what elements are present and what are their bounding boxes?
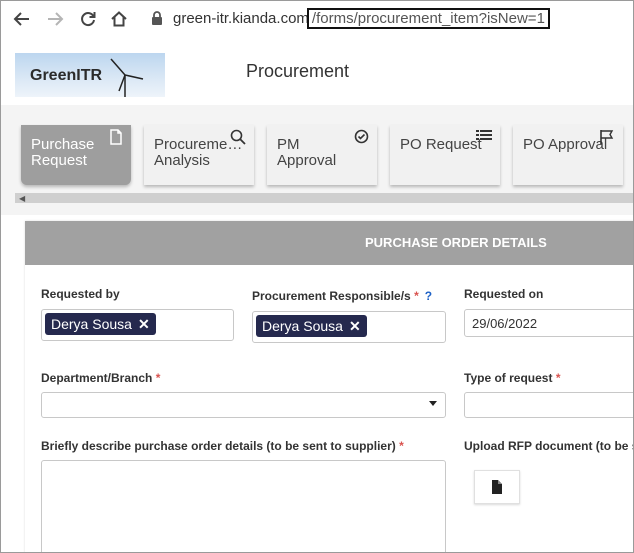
forward-arrow-icon[interactable] bbox=[44, 8, 66, 30]
flag-icon bbox=[599, 129, 615, 149]
tab-label-line2: Request bbox=[31, 152, 87, 169]
tab-label-line1: PO Request bbox=[400, 136, 482, 153]
requested-on-value: 29/06/2022 bbox=[472, 316, 538, 331]
tab-label-line2: Analysis bbox=[154, 152, 210, 169]
procurement-responsible-field[interactable]: Derya Sousa ✕ bbox=[252, 311, 446, 343]
tab-pm-approval[interactable]: PM Approval bbox=[267, 125, 377, 185]
type-of-request-select[interactable] bbox=[464, 392, 633, 418]
department-select[interactable] bbox=[41, 392, 446, 418]
tab-label-line1: Procureme… bbox=[154, 136, 243, 153]
reload-icon[interactable] bbox=[77, 8, 99, 30]
browser-toolbar: green-itr.kianda.com/forms/procurement_i… bbox=[1, 1, 633, 38]
user-chip-label: Derya Sousa bbox=[262, 318, 343, 334]
procurement-responsible-label: Procurement Responsible/s *? bbox=[252, 289, 432, 303]
description-label-text: Briefly describe purchase order details … bbox=[41, 439, 396, 453]
list-icon bbox=[476, 129, 492, 147]
search-icon bbox=[230, 129, 246, 149]
tabs-scrollbar[interactable] bbox=[15, 193, 633, 203]
procurement-responsible-label-text: Procurement Responsible/s bbox=[252, 289, 411, 303]
requested-on-label-text: Requested on bbox=[464, 287, 544, 301]
tab-po-request[interactable]: PO Request bbox=[390, 125, 500, 185]
tab-label-line1: PM bbox=[277, 136, 300, 153]
page-title: Procurement bbox=[246, 61, 350, 81]
tab-procurement-analysis[interactable]: Procureme… Analysis bbox=[144, 125, 254, 185]
user-chip: Derya Sousa ✕ bbox=[45, 313, 156, 335]
required-mark: * bbox=[555, 371, 561, 385]
file-icon bbox=[492, 480, 502, 494]
tab-purchase-request[interactable]: Purchase Request bbox=[21, 125, 131, 185]
required-mark: * bbox=[155, 371, 161, 385]
required-mark: * bbox=[399, 439, 404, 453]
remove-chip-icon[interactable]: ✕ bbox=[349, 318, 361, 334]
home-icon[interactable] bbox=[108, 8, 130, 30]
logo[interactable]: GreenITR bbox=[15, 53, 165, 97]
lock-icon[interactable] bbox=[151, 11, 163, 30]
requested-by-label: Requested by bbox=[41, 287, 120, 301]
url-host: green-itr.kianda.com bbox=[173, 10, 309, 27]
type-of-request-label-text: Type of request bbox=[464, 371, 553, 385]
section-header: PURCHASE ORDER DETAILS bbox=[25, 221, 633, 265]
browser-window: green-itr.kianda.com/forms/procurement_i… bbox=[0, 0, 634, 553]
back-arrow-icon[interactable] bbox=[11, 8, 33, 30]
tab-po-approval[interactable]: PO Approval bbox=[513, 125, 623, 185]
tab-label-line1: Purchase bbox=[31, 136, 95, 153]
type-of-request-label: Type of request * bbox=[464, 371, 560, 385]
logo-text: GreenITR bbox=[30, 67, 103, 84]
description-label: Briefly describe purchase order details … bbox=[41, 439, 404, 453]
app-header: GreenITR Procurement bbox=[1, 37, 633, 106]
description-textarea[interactable] bbox=[41, 460, 446, 552]
tab-label-line2: Approval bbox=[277, 152, 337, 169]
scroll-left-icon[interactable]: ◀ bbox=[19, 194, 25, 203]
chevron-down-icon[interactable] bbox=[429, 401, 437, 406]
address-bar[interactable]: green-itr.kianda.com/forms/procurement_i… bbox=[173, 8, 550, 29]
upload-rfp-label-text: Upload RFP document (to be se bbox=[464, 439, 634, 453]
user-chip: Derya Sousa ✕ bbox=[256, 315, 367, 337]
department-label-text: Department/Branch bbox=[41, 371, 153, 385]
document-icon bbox=[109, 129, 123, 149]
section-title: PURCHASE ORDER DETAILS bbox=[365, 235, 547, 250]
upload-button[interactable] bbox=[474, 470, 520, 504]
url-path: /forms/procurement_item?isNew=1 bbox=[306, 8, 550, 29]
requested-by-label-text: Requested by bbox=[41, 287, 120, 301]
required-mark: * bbox=[414, 289, 419, 303]
user-chip-label: Derya Sousa bbox=[51, 316, 132, 332]
tab-label-line1: PO Approval bbox=[523, 136, 608, 153]
check-circle-icon bbox=[354, 129, 369, 148]
requested-by-field[interactable]: Derya Sousa ✕ bbox=[41, 309, 234, 341]
upload-rfp-label: Upload RFP document (to be se bbox=[464, 439, 634, 453]
help-icon[interactable]: ? bbox=[425, 289, 432, 303]
requested-on-field[interactable]: 29/06/2022 bbox=[464, 309, 633, 337]
department-label: Department/Branch * bbox=[41, 371, 160, 385]
requested-on-label: Requested on bbox=[464, 287, 543, 301]
remove-chip-icon[interactable]: ✕ bbox=[138, 316, 150, 332]
purchase-order-panel: PURCHASE ORDER DETAILS Requested by Dery… bbox=[25, 221, 634, 552]
